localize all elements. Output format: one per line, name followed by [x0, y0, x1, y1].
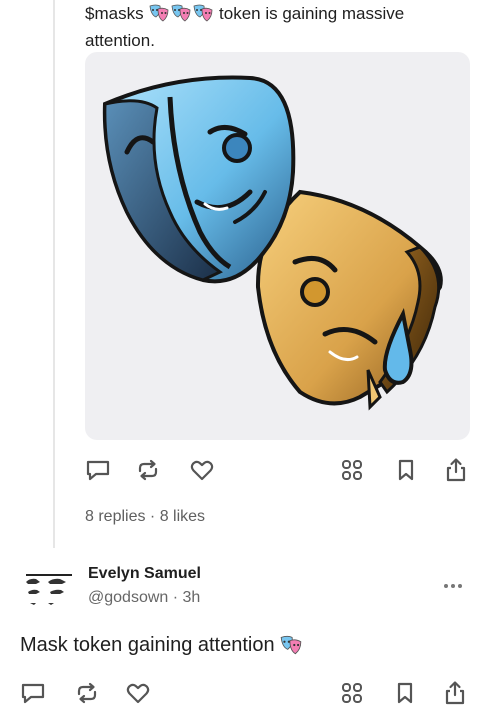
post-text-start: $masks [85, 4, 144, 23]
reply-handle[interactable]: @godsown [88, 589, 168, 606]
repost-icon[interactable] [133, 455, 163, 485]
grid-icon[interactable] [337, 678, 367, 708]
post-stats: 8 replies · 8 likes [85, 508, 205, 526]
reply-meta-separator: · [168, 589, 183, 606]
avatar[interactable] [20, 560, 78, 618]
post-text: $masks token is gaining massive attentio… [85, 2, 475, 53]
theater-masks-illustration [102, 75, 443, 411]
reply-author-name[interactable]: Evelyn Samuel [88, 565, 201, 583]
reply-action-bar [20, 678, 470, 708]
like-icon[interactable] [187, 455, 217, 485]
performing-arts-emoji-icon [192, 4, 214, 29]
performing-arts-emoji-icon [279, 635, 303, 661]
reply-icon[interactable] [83, 455, 113, 485]
likes-count[interactable]: 8 likes [160, 508, 205, 526]
post-action-bar [85, 455, 470, 485]
reply-time: 3h [182, 589, 201, 606]
reply-text: Mask token gaining attention [20, 634, 303, 661]
more-options-icon[interactable] [440, 576, 466, 596]
bookmark-icon[interactable] [390, 678, 420, 708]
grid-icon[interactable] [337, 455, 367, 485]
reply-meta: @godsown · 3h [88, 589, 200, 607]
share-icon[interactable] [440, 678, 470, 708]
bookmark-icon[interactable] [391, 455, 421, 485]
reply-icon[interactable] [18, 678, 48, 708]
reply-text-body: Mask token gaining attention [20, 634, 275, 656]
repost-icon[interactable] [72, 678, 102, 708]
thread-line [53, 0, 55, 548]
post-image[interactable] [85, 52, 470, 440]
like-icon[interactable] [123, 678, 153, 708]
stats-separator: · [145, 508, 160, 525]
performing-arts-emoji-icon [170, 4, 192, 29]
replies-count[interactable]: 8 replies [85, 508, 145, 526]
performing-arts-emoji-icon [148, 4, 170, 29]
share-icon[interactable] [441, 455, 471, 485]
